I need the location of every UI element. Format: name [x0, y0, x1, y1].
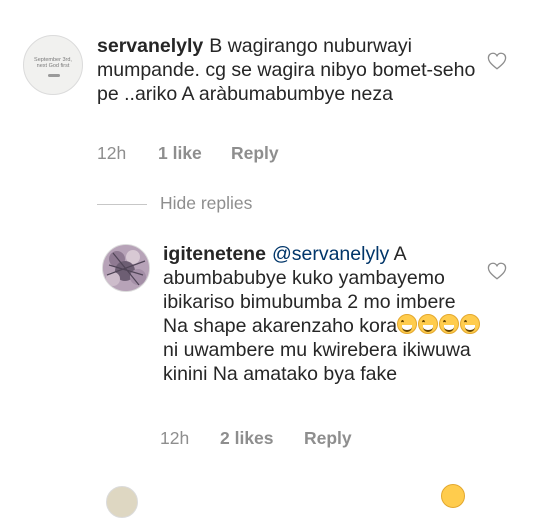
comment-time: 12h: [160, 428, 190, 448]
hide-replies-divider: [97, 204, 147, 205]
avatar-caption: September 3rd, next God first: [34, 57, 72, 69]
heart-outline-icon[interactable]: [487, 262, 507, 280]
grinning-face-emoji: [397, 314, 418, 334]
heart-outline-icon[interactable]: [487, 52, 507, 70]
avatar[interactable]: September 3rd, next God first: [23, 35, 83, 95]
reply-button[interactable]: Reply: [231, 143, 279, 164]
avatar-mark: [48, 74, 60, 77]
comment-body: servanelyly B wagirango nuburwayi mumpand…: [97, 34, 482, 106]
reply-button[interactable]: Reply: [304, 428, 352, 449]
comment-text-continued: ni uwambere mu kwirebera ikiwuwa kinini …: [163, 339, 471, 385]
avatar[interactable]: [102, 244, 150, 292]
grinning-face-emoji: [418, 314, 439, 334]
comment-username[interactable]: servanelyly: [97, 35, 203, 57]
grinning-face-emoji: [460, 314, 481, 334]
avatar[interactable]: [106, 486, 138, 518]
grinning-face-emoji: [439, 314, 460, 334]
grinning-face-emoji: [441, 484, 465, 508]
comment-username[interactable]: igitenetene: [163, 243, 266, 265]
avatar-image: [103, 245, 149, 291]
comment-body: igitenetene @servanelyly A abumbabubye ku…: [163, 242, 483, 386]
hide-replies-label[interactable]: Hide replies: [160, 193, 252, 214]
comment-likes[interactable]: 2 likes: [220, 428, 274, 449]
comment-time: 12h: [97, 143, 127, 163]
comment-mention[interactable]: @servanelyly: [272, 243, 389, 265]
comment-likes[interactable]: 1 like: [158, 143, 202, 164]
